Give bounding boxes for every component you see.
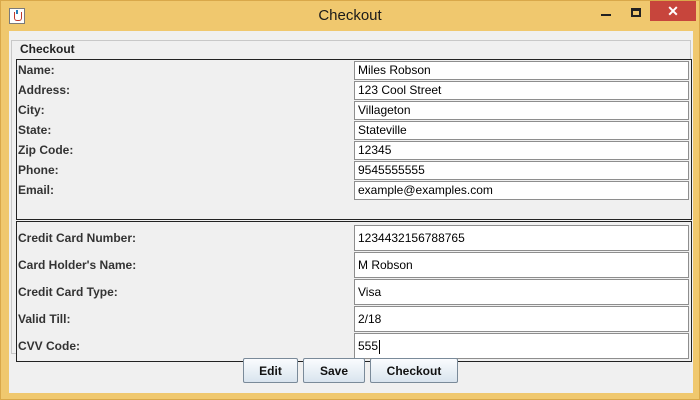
- zip-code-field[interactable]: 12345: [354, 141, 689, 160]
- form-row-state: State: Stateville: [17, 120, 691, 140]
- phone-label: Phone:: [18, 163, 59, 177]
- form-row-email: Email: example@examples.com: [17, 180, 691, 200]
- name-label: Name:: [18, 63, 55, 77]
- form-row-name: Name: Miles Robson: [17, 60, 691, 80]
- form-row-phone: Phone: 9545555555: [17, 160, 691, 180]
- cvv-label: CVV Code:: [18, 339, 81, 353]
- title-bar[interactable]: Checkout ✕: [1, 1, 699, 31]
- valid-till-label: Valid Till:: [18, 312, 71, 326]
- city-label: City:: [18, 103, 45, 117]
- form-row-city: City: Villageton: [17, 100, 691, 120]
- city-field[interactable]: Villageton: [354, 101, 689, 120]
- card-type-field[interactable]: Visa: [354, 279, 689, 305]
- name-field[interactable]: Miles Robson: [354, 61, 689, 80]
- state-field[interactable]: Stateville: [354, 121, 689, 140]
- text-cursor: [379, 339, 381, 354]
- checkout-button[interactable]: Checkout: [370, 358, 458, 383]
- zip-code-label: Zip Code:: [18, 143, 74, 157]
- phone-field[interactable]: 9545555555: [354, 161, 689, 180]
- card-number-label: Credit Card Number:: [18, 231, 137, 245]
- close-button[interactable]: ✕: [650, 1, 696, 21]
- personal-info-panel: Name: Miles Robson Address: 123 Cool Str…: [16, 59, 692, 220]
- form-row-cvv: CVV Code: 555: [17, 332, 691, 359]
- card-type-label: Credit Card Type:: [18, 285, 118, 299]
- form-row-card-type: Credit Card Type: Visa: [17, 278, 691, 305]
- checkout-group: Checkout Name: Miles Robson Address: 123…: [11, 40, 692, 362]
- checkout-window: Checkout ✕ Checkout Name: Miles Robson A…: [0, 0, 700, 400]
- save-button[interactable]: Save: [303, 358, 365, 383]
- card-number-field[interactable]: 1234432156788765: [354, 225, 689, 251]
- form-row-address: Address: 123 Cool Street: [17, 80, 691, 100]
- address-label: Address:: [18, 83, 71, 97]
- maximize-button[interactable]: [621, 1, 651, 23]
- maximize-icon: [631, 7, 641, 17]
- form-row-valid-till: Valid Till: 2/18: [17, 305, 691, 332]
- cvv-value: 555: [358, 339, 379, 353]
- minimize-button[interactable]: [591, 1, 621, 23]
- address-field[interactable]: 123 Cool Street: [354, 81, 689, 100]
- card-holder-label: Card Holder's Name:: [18, 258, 137, 272]
- valid-till-field[interactable]: 2/18: [354, 306, 689, 332]
- close-icon: ✕: [667, 3, 679, 19]
- state-label: State:: [18, 123, 52, 137]
- cvv-field[interactable]: 555: [354, 333, 689, 359]
- form-row-card-holder: Card Holder's Name: M Robson: [17, 251, 691, 278]
- form-row-zip: Zip Code: 12345: [17, 140, 691, 160]
- group-title: Checkout: [18, 42, 77, 56]
- form-row-card-number: Credit Card Number: 1234432156788765: [17, 224, 691, 251]
- payment-info-panel: Credit Card Number: 1234432156788765 Car…: [16, 221, 692, 362]
- email-label: Email:: [18, 183, 55, 197]
- button-bar: Edit Save Checkout: [9, 358, 693, 384]
- email-field[interactable]: example@examples.com: [354, 181, 689, 200]
- edit-button[interactable]: Edit: [243, 358, 298, 383]
- window-content: Checkout Name: Miles Robson Address: 123…: [9, 31, 693, 393]
- minimize-icon: [601, 14, 611, 16]
- card-holder-field[interactable]: M Robson: [354, 252, 689, 278]
